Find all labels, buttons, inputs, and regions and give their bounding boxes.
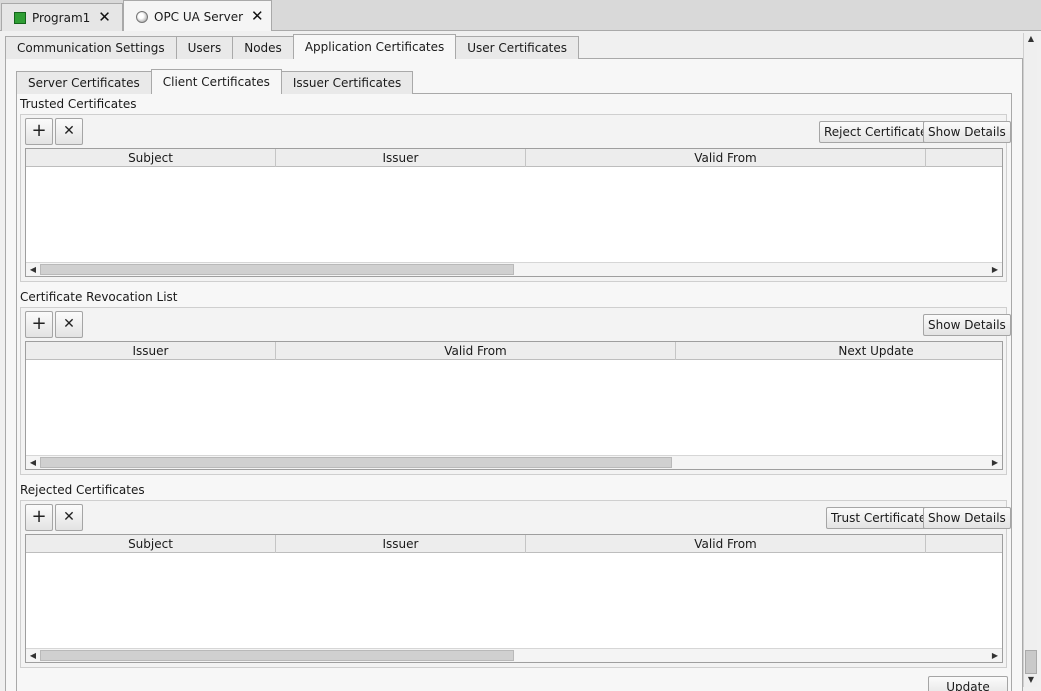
- tab-server-certificates[interactable]: Server Certificates: [16, 71, 152, 94]
- scroll-left-icon[interactable]: ◀: [26, 456, 40, 469]
- remove-revocation-button[interactable]: ✕: [55, 311, 83, 338]
- doc-tab-label: Program1: [32, 10, 91, 25]
- document-tab-bar: Program1 ✕ OPC UA Server ✕: [0, 0, 1041, 32]
- scroll-thumb[interactable]: [40, 650, 514, 661]
- doc-tab-program1[interactable]: Program1 ✕: [1, 3, 123, 31]
- trusted-show-details-button[interactable]: Show Details: [923, 121, 1011, 143]
- tab-issuer-certificates[interactable]: Issuer Certificates: [280, 71, 414, 94]
- rejected-show-details-button[interactable]: Show Details: [923, 507, 1011, 529]
- horizontal-scrollbar[interactable]: ◀ ▶: [26, 455, 1002, 469]
- column-header-subject[interactable]: Subject: [26, 535, 276, 553]
- reject-certificate-button[interactable]: Reject Certificate: [819, 121, 933, 143]
- tab-client-certificates[interactable]: Client Certificates: [150, 69, 282, 94]
- green-block-icon: [14, 11, 26, 24]
- column-header-next-update[interactable]: Next Update: [676, 342, 1002, 360]
- doc-tab-label: OPC UA Server: [154, 9, 244, 24]
- revocation-show-details-button[interactable]: Show Details: [923, 314, 1011, 336]
- tab-communication-settings[interactable]: Communication Settings: [5, 36, 177, 59]
- horizontal-scrollbar[interactable]: ◀ ▶: [26, 648, 1002, 662]
- revocation-list-title: Certificate Revocation List: [20, 290, 178, 304]
- revocation-list-table[interactable]: Issuer Valid From Next Update ◀ ▶: [25, 341, 1003, 470]
- table-header: Subject Issuer Valid From: [26, 149, 1002, 167]
- scroll-down-icon[interactable]: ▼: [1024, 674, 1038, 686]
- table-header: Subject Issuer Valid From: [26, 535, 1002, 553]
- column-header-valid-from[interactable]: Valid From: [526, 535, 926, 553]
- server-icon: [136, 10, 148, 23]
- scroll-left-icon[interactable]: ◀: [26, 649, 40, 662]
- scroll-right-icon[interactable]: ▶: [988, 456, 1002, 469]
- scroll-up-icon[interactable]: ▲: [1024, 33, 1038, 45]
- update-button[interactable]: Update: [928, 676, 1008, 691]
- table-header: Issuer Valid From Next Update: [26, 342, 1002, 360]
- add-trusted-button[interactable]: +: [25, 118, 53, 145]
- column-header-subject[interactable]: Subject: [26, 149, 276, 167]
- trust-certificate-button[interactable]: Trust Certificate: [826, 507, 932, 529]
- remove-trusted-button[interactable]: ✕: [55, 118, 83, 145]
- column-header-extra[interactable]: [926, 149, 1002, 167]
- add-rejected-button[interactable]: +: [25, 504, 53, 531]
- rejected-certificates-title: Rejected Certificates: [20, 483, 145, 497]
- column-header-issuer[interactable]: Issuer: [26, 342, 276, 360]
- column-header-valid-from[interactable]: Valid From: [526, 149, 926, 167]
- column-header-valid-from[interactable]: Valid From: [276, 342, 676, 360]
- tab-users[interactable]: Users: [175, 36, 234, 59]
- column-header-issuer[interactable]: Issuer: [276, 535, 526, 553]
- main-tab-bar: Communication Settings Users Nodes Appli…: [5, 34, 580, 59]
- tab-nodes[interactable]: Nodes: [232, 36, 294, 59]
- scroll-right-icon[interactable]: ▶: [988, 263, 1002, 276]
- vertical-scrollbar[interactable]: ▲ ▼: [1023, 33, 1037, 687]
- trusted-certificates-table[interactable]: Subject Issuer Valid From ◀ ▶: [25, 148, 1003, 277]
- add-revocation-button[interactable]: +: [25, 311, 53, 338]
- rejected-certificates-table[interactable]: Subject Issuer Valid From ◀ ▶: [25, 534, 1003, 663]
- sub-tab-bar: Server Certificates Client Certificates …: [16, 69, 414, 94]
- column-header-extra[interactable]: [926, 535, 1002, 553]
- scroll-thumb[interactable]: [40, 264, 514, 275]
- horizontal-scrollbar[interactable]: ◀ ▶: [26, 262, 1002, 276]
- column-header-issuer[interactable]: Issuer: [276, 149, 526, 167]
- scroll-thumb[interactable]: [1025, 650, 1037, 674]
- doc-tab-opc-ua-server[interactable]: OPC UA Server ✕: [123, 0, 272, 32]
- tab-application-certificates[interactable]: Application Certificates: [292, 34, 457, 59]
- scroll-thumb[interactable]: [40, 457, 672, 468]
- scroll-right-icon[interactable]: ▶: [988, 649, 1002, 662]
- scroll-left-icon[interactable]: ◀: [26, 263, 40, 276]
- close-icon[interactable]: ✕: [98, 10, 111, 25]
- trusted-certificates-title: Trusted Certificates: [20, 97, 137, 111]
- tab-user-certificates[interactable]: User Certificates: [455, 36, 580, 59]
- close-icon[interactable]: ✕: [251, 9, 264, 24]
- remove-rejected-button[interactable]: ✕: [55, 504, 83, 531]
